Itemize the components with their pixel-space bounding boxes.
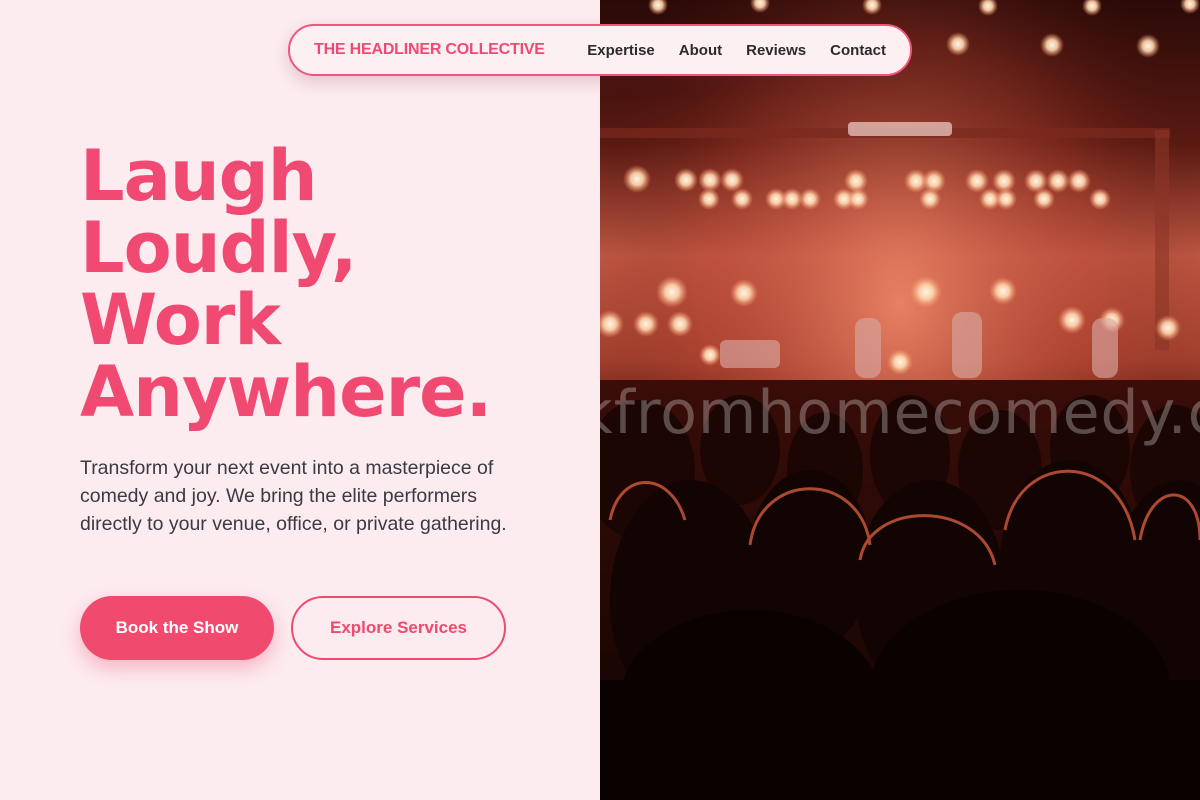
explore-services-button[interactable]: Explore Services [291,596,506,660]
concert-crowd-photo: kfromhomecomedy.c [600,0,1200,800]
nav-link-reviews[interactable]: Reviews [746,42,806,59]
headline-line-2: Loudly, [80,207,357,289]
nav-link-contact[interactable]: Contact [830,42,886,59]
nav-link-expertise[interactable]: Expertise [587,42,655,59]
image-watermark: kfromhomecomedy.c [600,378,1200,448]
nav-link-about[interactable]: About [679,42,722,59]
hero-subtext: Transform your next event into a masterp… [80,457,507,535]
headline-line-3: Work [80,279,281,361]
top-navbar: THE HEADLINER COLLECTIVE Expertise About… [288,24,912,76]
headline-line-1: Laugh [80,135,318,217]
brand-logo-text[interactable]: THE HEADLINER COLLECTIVE [314,41,545,59]
headline-line-4: Anywhere. [80,351,492,433]
nav-links: Expertise About Reviews Contact [587,42,886,59]
hero-headline: Laugh Loudly, Work Anywhere. [80,140,580,428]
book-the-show-button[interactable]: Book the Show [80,596,274,660]
